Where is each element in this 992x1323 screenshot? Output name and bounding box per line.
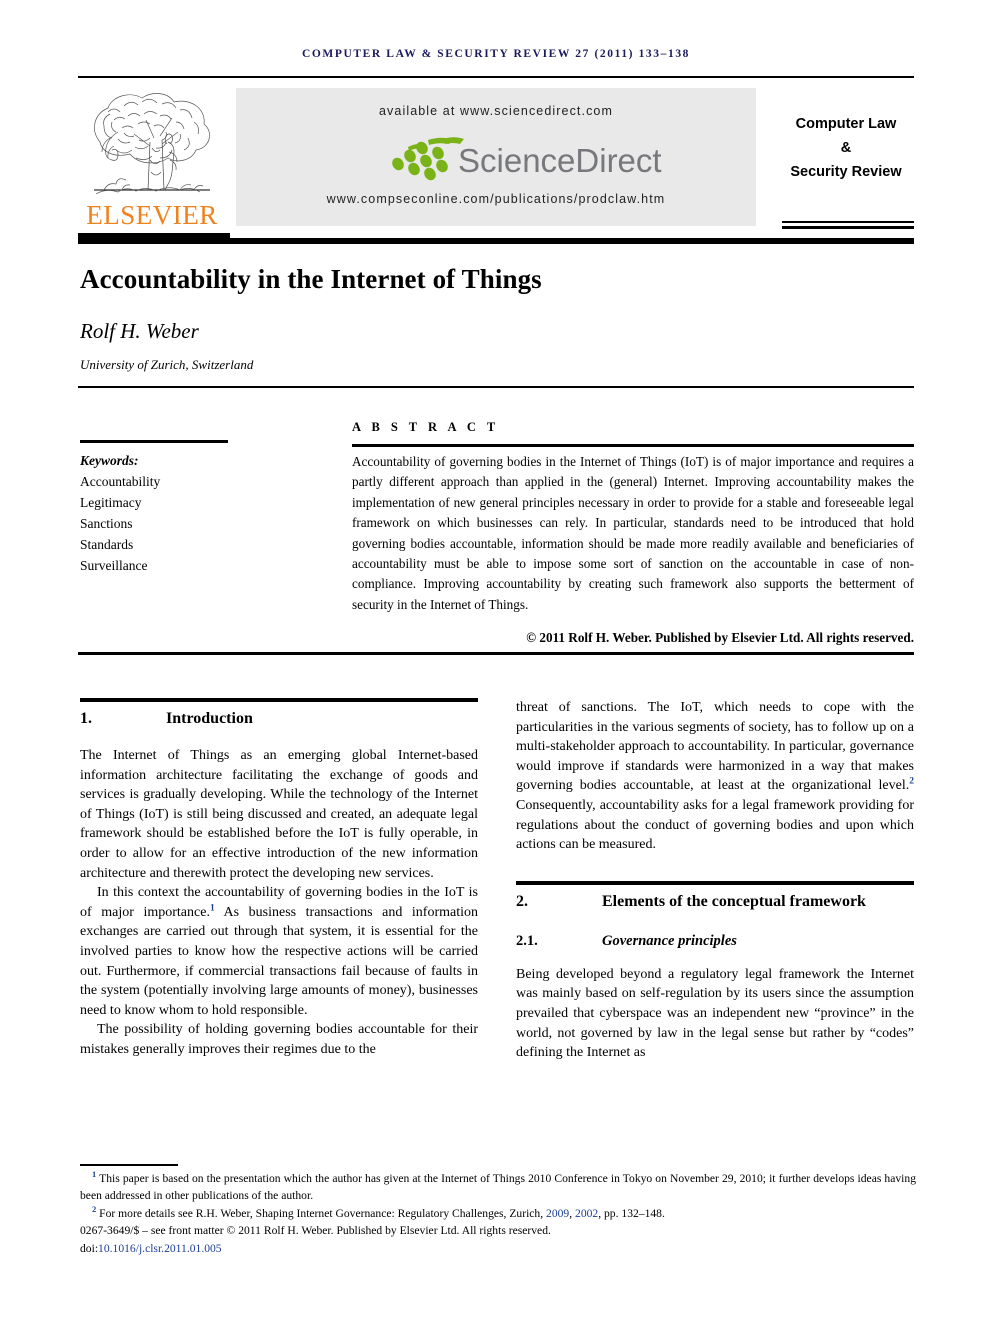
journal-title-line-2: & (840, 140, 852, 156)
section-title: Elements of the conceptual framework (602, 892, 866, 910)
abstract-rule (352, 444, 914, 447)
section-heading-framework: 2. Elements of the conceptual framework (516, 891, 914, 913)
paragraph-part: Consequently, accountability asks for a … (516, 797, 914, 853)
keyword-item: Sanctions (80, 516, 133, 531)
footnote-marker-1: 1 (92, 1169, 97, 1180)
paragraph: In this context the accountability of go… (80, 883, 478, 1020)
running-head: Computer law & security review 27 (2011)… (301, 48, 691, 60)
elsevier-tree-icon (94, 93, 210, 195)
abstract-copyright: © 2011 Rolf H. Weber. Published by Elsev… (526, 630, 914, 645)
masthead-baseline-rule (78, 238, 914, 244)
footnote-ref-2[interactable]: 2 (909, 777, 914, 787)
elsevier-wordmark: ELSEVIER (86, 200, 218, 230)
footnote-link-2009[interactable]: 2009 (546, 1207, 569, 1220)
footnote-link-2002[interactable]: 2002 (575, 1207, 598, 1220)
footnote-1-text: This paper is based on the presentation … (80, 1172, 916, 1203)
keyword-item: Accountability (80, 474, 161, 489)
body-column-left: 1. Introduction The Internet of Things a… (80, 698, 478, 1060)
keyword-item: Legitimacy (80, 495, 142, 510)
subsection-number: 2.1. (516, 932, 538, 949)
footnote-2-text-b: , pp. 132–148. (598, 1206, 665, 1220)
journal-rule-lower (782, 226, 914, 229)
footnote-1: 1 This paper is based on the presentatio… (80, 1170, 916, 1205)
section-title: Introduction (166, 710, 253, 727)
footnote-2-text-a: For more details see R.H. Weber, Shaping… (99, 1206, 547, 1220)
subsection-heading-governance-principles: 2.1. Governance principles (516, 931, 914, 951)
doi-label: doi: (80, 1241, 99, 1255)
keywords-block: Keywords: Accountability Legitimacy Sanc… (80, 450, 330, 576)
body-column-right: threat of sanctions. The IoT, which need… (516, 698, 914, 1063)
keywords-rule (80, 440, 228, 443)
footnote-2: 2 For more details see R.H. Weber, Shapi… (80, 1205, 916, 1222)
rule-under-author (78, 386, 914, 388)
journal-name-block: Computer Law & Security Review (778, 88, 914, 238)
journal-article-page: Computer law & security review 27 (2011)… (0, 0, 992, 1323)
section-number: 2. (516, 892, 528, 910)
journal-title-line-3: Security Review (790, 164, 902, 180)
keyword-item: Standards (80, 537, 134, 552)
footnote-separator-rule (80, 1164, 178, 1166)
paragraph-part: threat of sanctions. The IoT, which need… (516, 700, 914, 794)
rule-below-abstract (78, 652, 914, 655)
journal-title-line-1: Computer Law (795, 116, 897, 132)
section-rule-framework (516, 880, 914, 885)
keywords-heading: Keywords: (80, 453, 139, 468)
elsevier-logo-block: ELSEVIER (78, 88, 230, 238)
journal-url-text[interactable]: www.compseconline.com/publications/prodc… (236, 192, 756, 206)
section-heading-introduction: 1. Introduction (80, 708, 478, 730)
masthead: ELSEVIER available at www.sciencedirect.… (78, 88, 914, 238)
top-rule (78, 76, 914, 78)
page-title: Accountability in the Internet of Things (80, 264, 542, 294)
paragraph: The possibility of holding governing bod… (80, 1022, 478, 1057)
section-rule-intro (80, 698, 478, 702)
paragraph-part: As business transactions and information… (80, 904, 478, 1018)
author-name: Rolf H. Weber (80, 319, 199, 343)
front-matter-line: 0267-3649/$ – see front matter © 2011 Ro… (80, 1224, 551, 1238)
sciencedirect-logo-svg: ScienceDirect (392, 137, 662, 181)
available-at-text: available at www.sciencedirect.com (378, 104, 613, 118)
abstract-heading: A B S T R A C T (352, 420, 500, 434)
footnote-marker-2: 2 (92, 1203, 97, 1214)
author-affiliation: University of Zurich, Switzerland (80, 357, 254, 372)
sciencedirect-logo[interactable]: ScienceDirect (236, 136, 756, 184)
sciencedirect-wordmark-text: ScienceDirect (458, 142, 662, 179)
doi-line: doi:10.1016/j.clsr.2011.01.005 (80, 1240, 916, 1257)
paragraph: threat of sanctions. The IoT, which need… (516, 698, 914, 855)
paragraph: Being developed beyond a regulatory lega… (516, 966, 914, 1061)
section-number: 1. (80, 710, 92, 727)
keyword-item: Surveillance (80, 558, 148, 573)
journal-rule-upper (782, 221, 914, 223)
doi-link[interactable]: 10.1016/j.clsr.2011.01.005 (98, 1242, 222, 1255)
sciencedirect-panel: available at www.sciencedirect.com Scien… (236, 88, 756, 226)
abstract-text: Accountability of governing bodies in th… (352, 454, 914, 612)
subsection-title: Governance principles (602, 932, 737, 949)
paragraph: The Internet of Things as an emerging gl… (80, 748, 478, 881)
footnotes-block: 1 This paper is based on the presentatio… (80, 1170, 916, 1257)
journal-title: Computer Law & Security Review (778, 112, 914, 184)
